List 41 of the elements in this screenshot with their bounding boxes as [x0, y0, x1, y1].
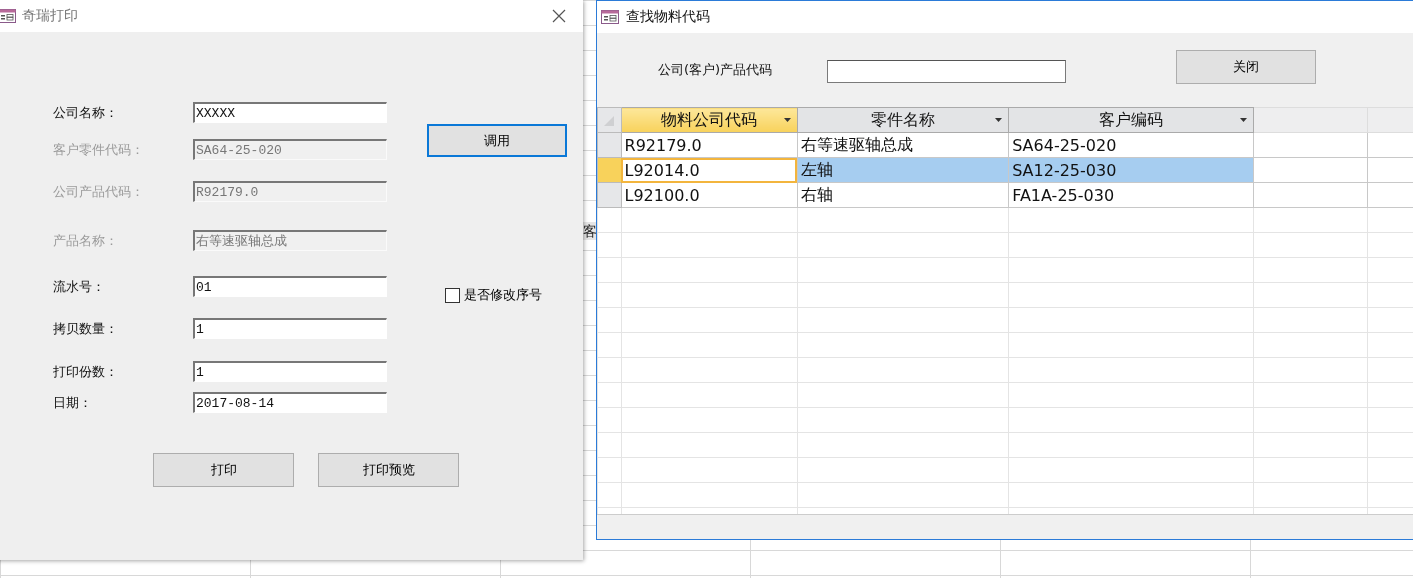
column-header[interactable]: 客户编码 — [1008, 107, 1254, 133]
dropdown-arrow-icon — [1240, 118, 1248, 122]
input-field[interactable]: XXXXX — [193, 102, 387, 123]
table-cell: 右轴 — [797, 182, 1009, 208]
checkbox[interactable] — [445, 287, 460, 303]
column-header[interactable]: 物料公司代码 — [621, 107, 798, 133]
dropdown-arrow-icon — [783, 118, 791, 122]
field-label: 客户零件代码： — [53, 141, 145, 159]
search-label: 公司(客户)产品代码 — [658, 61, 774, 79]
dropdown-arrow-icon — [995, 118, 1003, 122]
table-cell: FA1A-25-030 — [1008, 182, 1254, 208]
column-header[interactable]: 零件名称 — [797, 107, 1009, 133]
table-cell: SA64-25-020 — [1008, 132, 1254, 158]
print-button[interactable]: 打印预览 — [318, 453, 459, 487]
table-cell: L92014.0 — [621, 157, 798, 183]
table-cell: 右等速驱轴总成 — [797, 132, 1009, 158]
form-icon — [601, 10, 619, 24]
field-label: 公司名称： — [53, 104, 119, 122]
sheet-header-fragment: 客 — [583, 222, 597, 240]
table-cell: L92100.0 — [621, 182, 798, 208]
field-label: 流水号： — [53, 278, 106, 296]
table-cell: R92179.0 — [621, 132, 798, 158]
input-field[interactable]: 01 — [193, 276, 387, 297]
input-field[interactable]: 1 — [193, 318, 387, 339]
call-button[interactable]: 调用 — [427, 124, 567, 157]
search-field[interactable] — [827, 59, 1066, 83]
field-label: 公司产品代码： — [53, 183, 145, 201]
field-label: 产品名称： — [53, 232, 119, 250]
field-label: 打印份数： — [53, 363, 119, 381]
table-cell: SA12-25-030 — [1008, 157, 1254, 183]
table-cell: 左轴 — [797, 157, 1009, 183]
close-icon — [551, 8, 567, 24]
window-title: 查找物料代码 — [626, 8, 710, 26]
input-field[interactable]: 1 — [193, 361, 387, 382]
field-label: 日期： — [53, 394, 93, 412]
close-button[interactable]: 关闭 — [1176, 50, 1316, 84]
print-button[interactable]: 打印 — [153, 453, 294, 487]
field-label: 拷贝数量： — [53, 320, 119, 338]
window-title: 奇瑞打印 — [22, 7, 78, 25]
checkbox-label[interactable]: 是否修改序号 — [464, 286, 542, 304]
input-field[interactable]: 2017-08-14 — [193, 392, 387, 413]
